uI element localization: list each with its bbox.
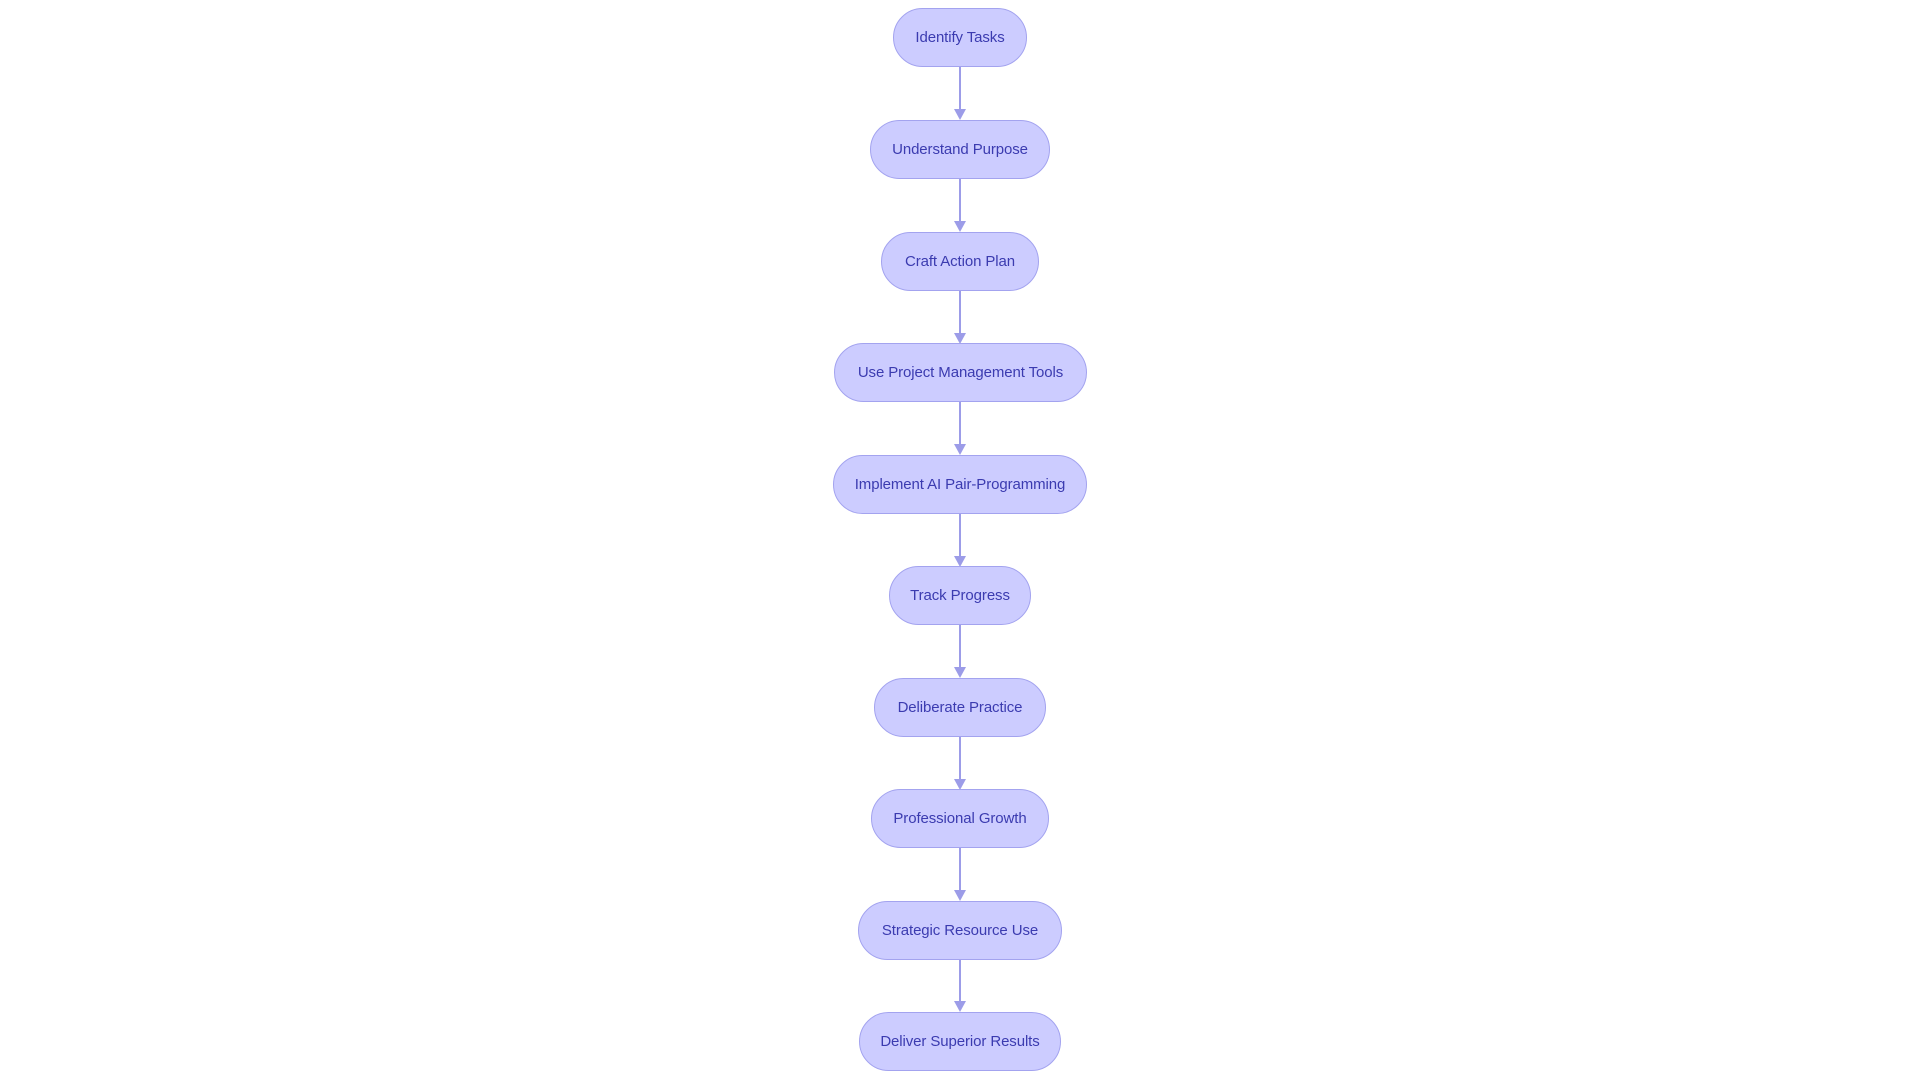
arrowhead-icon	[954, 890, 966, 901]
edge-line	[959, 848, 961, 891]
flowchart-diagram: Identify Tasks Understand Purpose Craft …	[0, 0, 1920, 1080]
node-identify-tasks: Identify Tasks	[893, 8, 1027, 67]
node-strategic-resource-use: Strategic Resource Use	[858, 901, 1062, 960]
node-label: Strategic Resource Use	[881, 922, 1039, 939]
edge-line	[959, 291, 961, 334]
node-professional-growth: Professional Growth	[871, 789, 1049, 848]
node-label: Craft Action Plan	[904, 253, 1016, 270]
arrowhead-icon	[954, 109, 966, 120]
node-deliver-superior-results: Deliver Superior Results	[859, 1012, 1061, 1071]
edge-line	[959, 625, 961, 668]
node-track-progress: Track Progress	[889, 566, 1031, 625]
node-use-project-management-tools: Use Project Management Tools	[834, 343, 1087, 402]
edge-line	[959, 67, 961, 110]
arrowhead-icon	[954, 667, 966, 678]
arrowhead-icon	[954, 444, 966, 455]
node-label: Use Project Management Tools	[857, 364, 1064, 381]
edge-line	[959, 737, 961, 780]
node-understand-purpose: Understand Purpose	[870, 120, 1050, 179]
node-label: Implement AI Pair-Programming	[854, 476, 1066, 493]
node-deliberate-practice: Deliberate Practice	[874, 678, 1046, 737]
node-craft-action-plan: Craft Action Plan	[881, 232, 1039, 291]
node-label: Professional Growth	[893, 810, 1027, 827]
node-label: Track Progress	[910, 587, 1010, 604]
node-label: Understand Purpose	[892, 141, 1028, 158]
node-label: Identify Tasks	[915, 29, 1005, 46]
edge-line	[959, 402, 961, 445]
node-label: Deliver Superior Results	[880, 1033, 1040, 1050]
node-implement-ai-pair-programming: Implement AI Pair-Programming	[833, 455, 1087, 514]
edge-line	[959, 960, 961, 1002]
node-label: Deliberate Practice	[897, 699, 1023, 716]
edge-line	[959, 514, 961, 557]
edge-line	[959, 179, 961, 222]
arrowhead-icon	[954, 221, 966, 232]
arrowhead-icon	[954, 1001, 966, 1012]
